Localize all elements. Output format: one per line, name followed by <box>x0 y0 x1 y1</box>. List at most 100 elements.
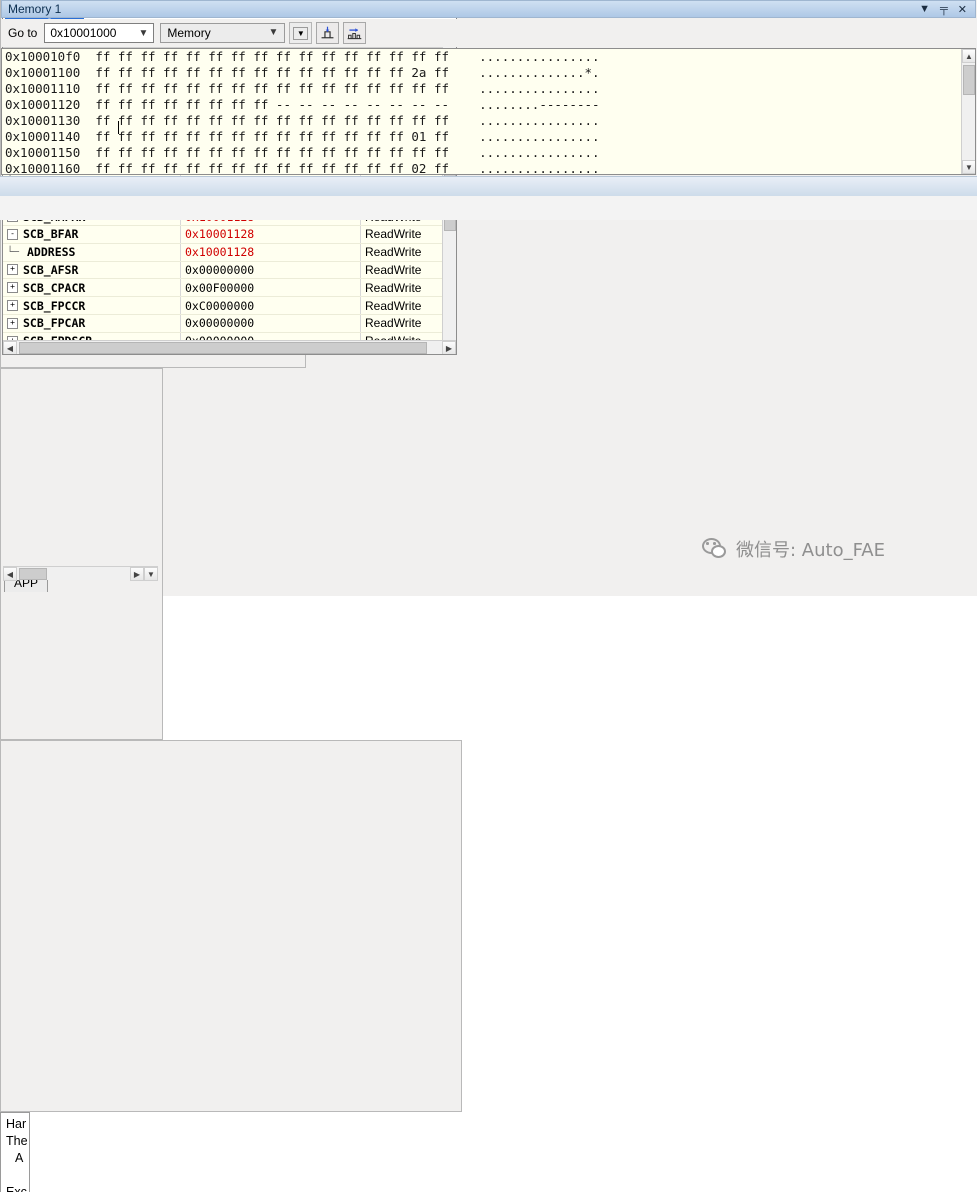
memory-ascii[interactable]: ........-------- <box>479 97 599 112</box>
pin-icon[interactable]: ╤ <box>940 3 948 15</box>
register-name: SCB_FPCAR <box>23 316 85 330</box>
register-name-cell[interactable]: + SCB_FPCCR <box>3 297 181 314</box>
memory-bytes[interactable]: ff ff ff ff ff ff ff ff ff ff ff ff ff f… <box>95 49 479 64</box>
memory-row[interactable]: 0x100010f0 ff ff ff ff ff ff ff ff ff ff… <box>2 49 975 65</box>
register-name-cell[interactable]: + SCB_FPCAR <box>3 315 181 332</box>
table-row[interactable]: +SCB_CPACR0x00F00000ReadWrite <box>3 279 456 297</box>
memory-bytes[interactable]: ff ff ff ff ff ff ff ff ff ff ff ff ff f… <box>95 145 479 160</box>
memory-bytes[interactable]: ff ff ff ff ff ff ff ff ff ff ff ff ff f… <box>95 129 479 144</box>
register-access-cell: ReadWrite <box>361 226 444 243</box>
table-row[interactable]: +SCB_AFSR 0x00000000 ReadWrite <box>3 262 456 280</box>
register-value-cell[interactable]: 0x10001128 <box>181 244 361 261</box>
memory-address: 0x10001100 <box>5 65 95 80</box>
memory-row[interactable]: 0x10001140 ff ff ff ff ff ff ff ff ff ff… <box>2 129 975 145</box>
memory-ascii[interactable]: ................ <box>479 145 599 160</box>
memory-ascii[interactable]: ................ <box>479 81 599 96</box>
memory-row[interactable]: 0x10001120 ff ff ff ff ff ff ff ff -- --… <box>2 97 975 113</box>
scrollbar-thumb[interactable] <box>963 65 975 95</box>
table-row[interactable]: └─ ADDRESS 0x10001128 ReadWrite <box>3 244 456 262</box>
fault-info-line: Exc <box>6 1184 29 1192</box>
expand-icon[interactable]: + <box>7 282 18 293</box>
tree-guide-line: └─ <box>7 247 23 258</box>
memory-bytes[interactable]: ff ff ff ff ff ff ff ff ff ff ff ff ff f… <box>95 65 479 80</box>
register-name-cell[interactable]: +SCB_CPACR <box>3 279 181 296</box>
watermark: 微信号: Auto_FAE <box>702 536 885 562</box>
register-access-cell: ReadWrite <box>361 315 444 332</box>
memory-bytes[interactable]: ff ff ff ff ff ff ff ff ff ff ff ff ff f… <box>95 81 479 96</box>
memory-row[interactable]: 0x10001100 ff ff ff ff ff ff ff ff ff ff… <box>2 65 975 81</box>
dropdown-arrow-icon[interactable]: ▼ <box>289 22 312 44</box>
memory-address: 0x10001120 <box>5 97 95 112</box>
scroll-right-icon[interactable]: ▶ <box>130 567 144 581</box>
table-row[interactable]: + SCB_FPCAR 0x00000000 ReadWrite <box>3 315 456 333</box>
memory-bytes[interactable]: ff ff ff ff ff ff ff ff ff ff ff ff ff f… <box>95 113 479 128</box>
memory-ascii[interactable]: ................ <box>479 49 599 64</box>
expand-icon[interactable]: + <box>7 264 18 275</box>
memory-hex-grid[interactable]: 0x100010f0 ff ff ff ff ff ff ff ff ff ff… <box>1 48 976 175</box>
register-value: 0xC0000000 <box>185 299 254 313</box>
scrollbar-thumb[interactable] <box>19 568 47 580</box>
scroll-down-icon[interactable]: ▼ <box>144 567 158 581</box>
register-value-cell[interactable]: 0x00F00000 <box>181 279 361 296</box>
register-value-cell[interactable]: 0x00000000 <box>181 262 361 279</box>
memory-rows[interactable]: 0x100010f0 ff ff ff ff ff ff ff ff ff ff… <box>2 49 975 175</box>
add-watchpoint-icon[interactable] <box>316 22 339 44</box>
register-name-cell[interactable]: +SCB_AFSR <box>3 262 181 279</box>
register-value-cell[interactable]: 0xC0000000 <box>181 297 361 314</box>
register-access: ReadWrite <box>365 316 421 330</box>
fault-info-text: HarTheA Exc See <box>6 1116 29 1192</box>
register-name: SCB_BFAR <box>23 227 78 241</box>
memory-bytes[interactable]: ff ff ff ff ff ff ff ff ff ff ff ff ff f… <box>95 161 479 175</box>
wechat-logo-icon <box>702 538 729 560</box>
memory-row[interactable]: 0x10001110 ff ff ff ff ff ff ff ff ff ff… <box>2 81 975 97</box>
ide-window: Release ▼ Files -APP - Release✔├-APP│ ├+… <box>0 0 977 596</box>
scrollbar-thumb[interactable] <box>19 342 427 354</box>
editor-horizontal-scrollbar[interactable]: ◀ ▶ ▼ <box>3 566 158 580</box>
source-editor-panel: main() f() 12345678910111213141516171819… <box>0 368 163 740</box>
collapse-icon[interactable]: - <box>7 229 18 240</box>
register-access: ReadWrite <box>365 245 421 259</box>
chevron-down-icon[interactable]: ▼ <box>138 28 148 39</box>
memory-row[interactable]: 0x10001160 ff ff ff ff ff ff ff ff ff ff… <box>2 161 975 175</box>
register-name-cell[interactable]: └─ ADDRESS <box>3 244 181 261</box>
register-name: SCB_FPCCR <box>23 299 85 313</box>
goto-label: Go to <box>1 26 44 40</box>
goto-address-value: 0x10001000 <box>50 26 116 40</box>
step-memory-icon[interactable] <box>343 22 366 44</box>
close-icon[interactable]: ✕ <box>958 3 967 16</box>
view-menu-icon[interactable]: ▼ <box>919 3 930 15</box>
memory-text-cursor <box>118 121 119 134</box>
memory-ascii[interactable]: ................ <box>479 129 599 144</box>
expand-icon[interactable]: + <box>7 300 18 311</box>
scroll-up-icon[interactable]: ▲ <box>962 49 976 63</box>
memory-ascii[interactable]: ................ <box>479 113 599 128</box>
register-access-cell: ReadWrite <box>361 297 444 314</box>
register-access: ReadWrite <box>365 263 421 277</box>
registers-horizontal-scrollbar[interactable]: ◀ ▶ <box>3 340 456 354</box>
memory-toolbar: Go to 0x10001000 ▼ Memory ▼ ▼ <box>1 19 976 47</box>
register-name: ADDRESS <box>27 245 75 259</box>
memory-view-titlebar: Memory 1 ▼ ╤ ✕ <box>1 0 976 18</box>
register-value: 0x00000000 <box>185 263 254 277</box>
goto-address-input[interactable]: 0x10001000 ▼ <box>44 23 154 43</box>
scroll-down-icon[interactable]: ▼ <box>962 160 976 174</box>
memory-ascii[interactable]: ................ <box>479 161 599 175</box>
scroll-left-icon[interactable]: ◀ <box>3 567 17 581</box>
register-name-cell[interactable]: -SCB_BFAR <box>3 226 181 243</box>
memory-vertical-scrollbar[interactable]: ▲ ▼ <box>961 49 975 174</box>
memory-row[interactable]: 0x10001130 ff ff ff ff ff ff ff ff ff ff… <box>2 113 975 129</box>
scroll-left-icon[interactable]: ◀ <box>3 341 17 355</box>
memory-address: 0x10001160 <box>5 161 95 175</box>
memory-bytes[interactable]: ff ff ff ff ff ff ff ff -- -- -- -- -- -… <box>95 97 479 112</box>
status-bar <box>0 196 977 220</box>
register-value-cell[interactable]: 0x10001128 <box>181 226 361 243</box>
memory-row[interactable]: 0x10001150 ff ff ff ff ff ff ff ff ff ff… <box>2 145 975 161</box>
table-row[interactable]: -SCB_BFAR0x10001128ReadWrite <box>3 226 456 244</box>
register-value: 0x00000000 <box>185 316 254 330</box>
memory-space-select[interactable]: Memory ▼ <box>160 23 285 43</box>
memory-ascii[interactable]: ..............*. <box>479 65 599 80</box>
expand-icon[interactable]: + <box>7 318 18 329</box>
scroll-right-icon[interactable]: ▶ <box>442 341 456 355</box>
table-row[interactable]: + SCB_FPCCR 0xC0000000 ReadWrite <box>3 297 456 315</box>
register-value-cell[interactable]: 0x00000000 <box>181 315 361 332</box>
